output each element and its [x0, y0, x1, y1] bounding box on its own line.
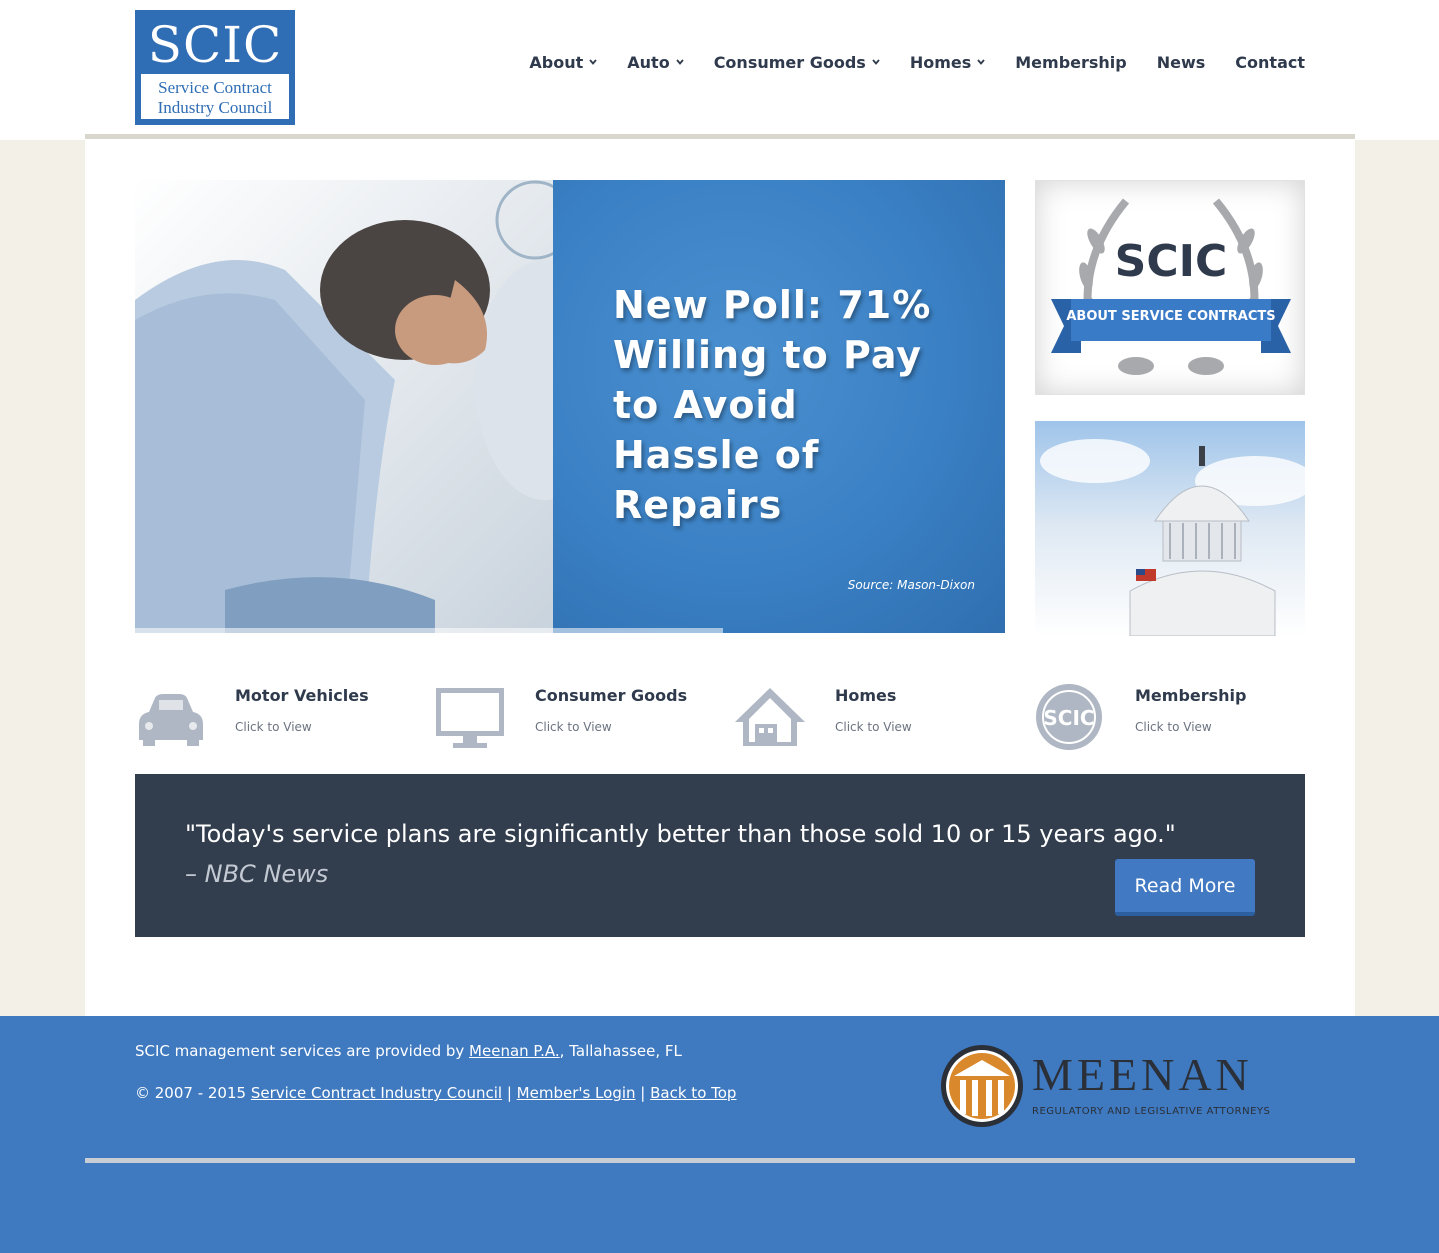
nav-auto[interactable]: Auto: [627, 50, 684, 74]
nav-label: About: [529, 52, 584, 72]
chevron-down-icon: [589, 59, 597, 65]
chevron-down-icon: [676, 59, 684, 65]
about-card-title: SCIC: [1114, 236, 1228, 287]
logo-subtitle: Service Contract Industry Council: [158, 74, 273, 118]
footer-credit-prefix: SCIC management services are provided by: [135, 1042, 470, 1060]
nav-membership[interactable]: Membership: [1015, 50, 1127, 74]
separator: |: [502, 1084, 517, 1102]
copyright: © 2007 - 2015: [135, 1084, 251, 1102]
meenan-wordmark: MEENAN: [1032, 1049, 1253, 1100]
back-to-top-link[interactable]: Back to Top: [650, 1084, 736, 1102]
member-login-link[interactable]: Member's Login: [517, 1084, 636, 1102]
nav-news[interactable]: News: [1157, 50, 1206, 74]
nav-consumer-goods[interactable]: Consumer Goods: [714, 50, 880, 74]
chevron-down-icon: [977, 59, 985, 65]
logo-frame: SCIC Service Contract Industry Council: [139, 14, 291, 121]
chevron-down-icon: [872, 59, 880, 65]
svg-text:SCIC: SCIC: [1043, 706, 1094, 730]
capitol-card[interactable]: [1035, 421, 1315, 637]
category-title: Consumer Goods: [535, 686, 688, 705]
category-title: Homes: [835, 686, 897, 705]
laurel-wreath-icon: [1051, 198, 1291, 375]
capitol-dome-icon: [1040, 439, 1315, 637]
hero-slider[interactable]: New Poll: 71% Willing to Pay to Avoid Ha…: [135, 180, 1005, 633]
hero-headline[interactable]: New Poll: 71% Willing to Pay to Avoid Ha…: [613, 280, 943, 530]
quote-source: – NBC News: [185, 860, 329, 888]
logo-line-2: Industry Council: [157, 98, 273, 117]
category-title: Membership: [1135, 686, 1247, 705]
nav-label: Homes: [909, 52, 972, 72]
logo-abbr: SCIC: [141, 16, 289, 74]
nav-homes[interactable]: Homes: [910, 50, 985, 74]
meenan-link[interactable]: Meenan P.A.: [469, 1042, 560, 1060]
hero-photo-frustrated-man: [135, 180, 615, 633]
read-more-button[interactable]: Read More: [1115, 859, 1255, 916]
category-title: Motor Vehicles: [235, 686, 369, 705]
category-membership[interactable]: SCIC Membership Click to View: [1035, 680, 1305, 760]
scic-logo[interactable]: SCIC Service Contract Industry Council: [135, 10, 295, 125]
category-link[interactable]: Click to View: [1135, 720, 1212, 734]
hero-blue-panel: New Poll: 71% Willing to Pay to Avoid Ha…: [553, 180, 1005, 633]
testimonial-banner: "Today's service plans are significantly…: [135, 774, 1305, 937]
council-link[interactable]: Service Contract Industry Council: [251, 1084, 502, 1102]
meenan-column-icon: [941, 1045, 1023, 1127]
site-header: SCIC Service Contract Industry Council A…: [0, 0, 1439, 140]
footer-divider: [85, 1158, 1355, 1163]
nav-label: Contact: [1235, 52, 1305, 72]
meenan-logo[interactable]: MEENAN REGULATORY AND LEGISLATIVE ATTORN…: [940, 1044, 1280, 1130]
site-footer: SCIC management services are provided by…: [0, 1016, 1439, 1253]
separator: |: [635, 1084, 651, 1102]
about-service-contracts-card[interactable]: SCIC ABOUT SERVICE CONTRACTS: [1035, 180, 1305, 395]
logo-line-1: Service Contract: [158, 78, 272, 97]
category-homes[interactable]: Homes Click to View: [735, 680, 1005, 760]
hero-photo-illustration: [135, 180, 615, 633]
nav-label: Consumer Goods: [713, 52, 866, 72]
category-link[interactable]: Click to View: [535, 720, 612, 734]
meenan-tagline: REGULATORY AND LEGISLATIVE ATTORNEYS: [1032, 1106, 1271, 1117]
category-consumer-goods[interactable]: Consumer Goods Click to View: [435, 680, 705, 760]
house-icon: [735, 688, 805, 746]
nav-label: News: [1156, 52, 1206, 72]
hero-source: Source: Mason-Dixon: [847, 578, 975, 592]
category-motor-vehicles[interactable]: Motor Vehicles Click to View: [135, 680, 405, 760]
scic-seal-icon: SCIC: [1036, 684, 1102, 750]
nav-label: Auto: [627, 52, 670, 72]
slider-progress-bar: [135, 628, 724, 633]
footer-credit: SCIC management services are provided by…: [135, 1042, 682, 1060]
nav-contact[interactable]: Contact: [1235, 50, 1305, 74]
quote-text: "Today's service plans are significantly…: [185, 820, 1176, 848]
footer-credit-suffix: , Tallahassee, FL: [559, 1042, 682, 1060]
nav-about[interactable]: About: [529, 50, 597, 74]
main-nav: About Auto Consumer Goods Homes Membersh…: [529, 50, 1305, 74]
car-icon: [139, 694, 203, 746]
monitor-icon: [436, 688, 504, 748]
about-card-ribbon: ABOUT SERVICE CONTRACTS: [1066, 309, 1276, 324]
nav-label: Membership: [1015, 52, 1127, 72]
category-link[interactable]: Click to View: [835, 720, 912, 734]
category-link[interactable]: Click to View: [235, 720, 312, 734]
footer-links: © 2007 - 2015 Service Contract Industry …: [135, 1084, 736, 1102]
